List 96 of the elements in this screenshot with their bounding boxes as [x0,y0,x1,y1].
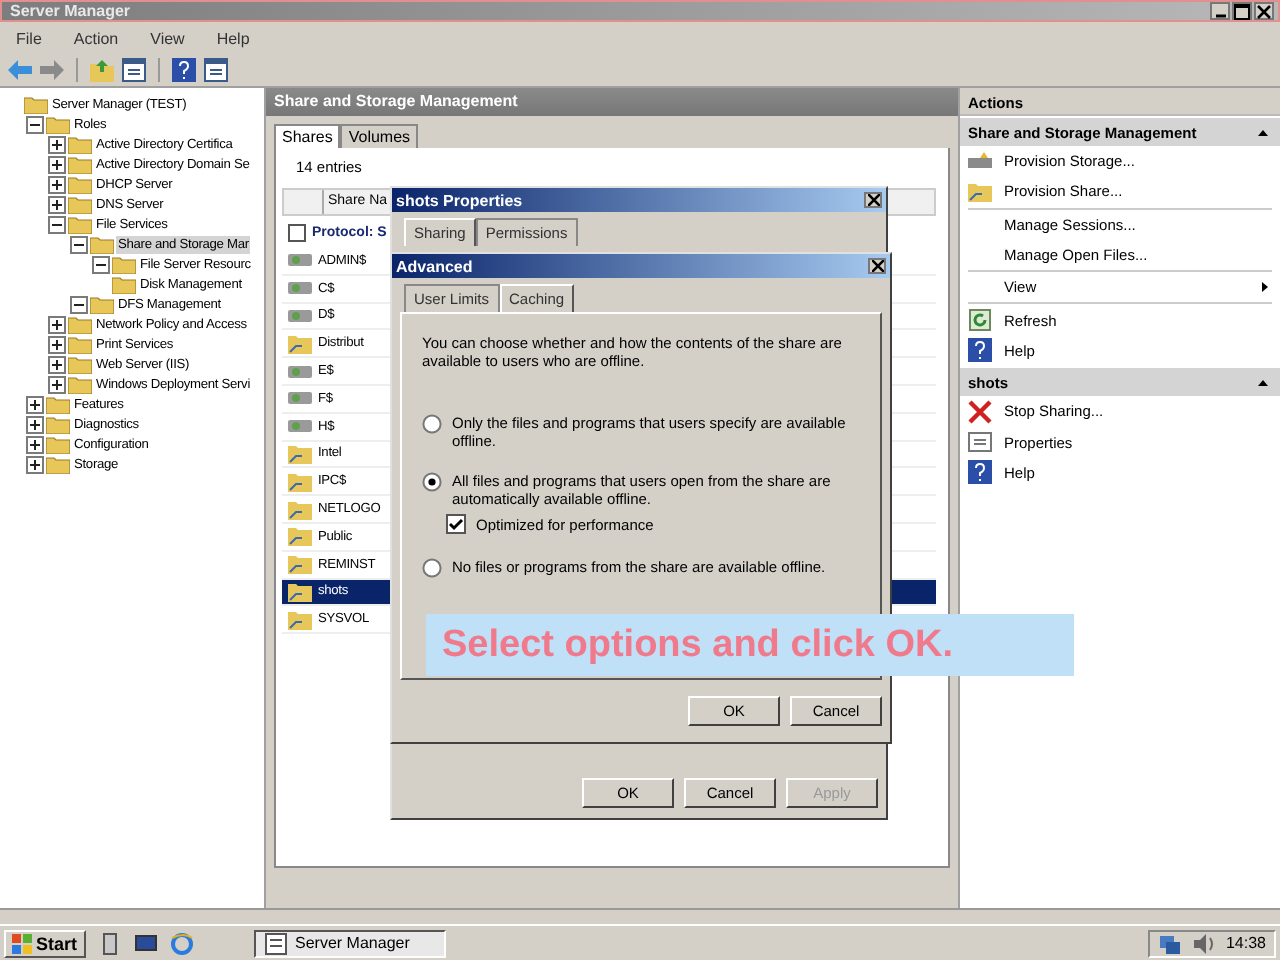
close-button[interactable] [1254,2,1274,20]
network-icon[interactable] [1157,931,1182,955]
monitor-icon[interactable] [133,931,158,955]
collapse-icon[interactable] [26,115,44,133]
minimize-button[interactable] [1210,2,1230,20]
volume-icon[interactable] [1191,931,1216,955]
browser-icon[interactable] [169,931,194,955]
menu-item[interactable]: View [150,29,185,47]
help-icon [968,338,992,363]
shared-folder-icon [288,554,312,575]
shared-drive-icon [288,250,312,271]
help-icon [968,460,992,485]
expand-icon[interactable] [48,195,66,213]
radio-button[interactable] [422,414,442,434]
collapse-icon[interactable] [48,215,66,233]
panel-icon[interactable] [122,58,146,82]
close-button[interactable] [864,192,882,208]
panel-icon[interactable] [204,58,228,82]
drive-icon [968,151,992,172]
folder-icon [68,314,92,334]
menu-item[interactable]: Action [73,29,119,47]
collapse-icon[interactable] [92,255,110,273]
folder-icon [68,214,92,234]
server-icon[interactable] [97,931,122,955]
close-icon [1256,3,1272,19]
shared-drive-icon [288,416,312,437]
expand-icon[interactable] [48,355,66,373]
window-icon [263,931,288,955]
folder-icon [24,94,48,114]
folder-icon [90,294,114,314]
dialog-title: Advanced [396,257,473,275]
shared-folder-icon [288,609,312,630]
expand-icon[interactable] [26,455,44,473]
collapse-icon[interactable] [1258,379,1268,386]
expand-icon[interactable] [26,415,44,433]
folder-icon [46,454,70,474]
close-icon [968,399,992,424]
shared-folder-icon [968,181,992,202]
folder-icon [46,114,70,134]
maximize-button[interactable] [1232,2,1252,20]
expand-icon[interactable] [26,435,44,453]
tab[interactable]: Shares [274,124,341,148]
shared-drive-icon [288,305,312,326]
folder-icon [68,194,92,214]
shared-folder-icon [288,581,312,602]
expand-icon[interactable] [26,395,44,413]
radio-button[interactable] [422,558,442,578]
start-button[interactable]: Start [4,929,86,957]
shared-folder-icon [288,443,312,464]
shared-folder-icon [288,499,312,520]
collapse-icon[interactable] [70,295,88,313]
expand-icon[interactable] [48,155,66,173]
expand-icon[interactable] [48,315,66,333]
shared-drive-icon [288,361,312,382]
caption: Select options and click OK. [426,614,1074,676]
panel-header: Share and Storage Management [266,88,958,116]
shared-folder-icon [288,471,312,492]
radio-button[interactable] [422,472,442,492]
refresh-icon [968,308,992,333]
window-title: Server Manager [10,2,131,20]
folder-icon [46,394,70,414]
shared-folder-icon [288,526,312,547]
folder-icon [46,414,70,434]
expand-icon[interactable] [48,375,66,393]
help-icon[interactable] [172,58,196,82]
folder-icon [46,434,70,454]
shared-folder-icon [288,333,312,354]
tab[interactable]: Volumes [340,124,419,148]
collapse-icon[interactable] [1258,129,1268,135]
folder-icon [68,334,92,354]
checkbox[interactable] [288,223,306,241]
folder-icon [68,374,92,394]
properties-icon [968,430,992,455]
collapse-icon[interactable] [70,235,88,253]
maximize-icon [1234,3,1250,19]
shared-drive-icon [288,388,312,409]
close-button[interactable] [868,258,886,274]
four-squares-icon [12,933,32,953]
expand-icon[interactable] [48,175,66,193]
folder-icon [112,274,136,294]
submenu-arrow-icon [1262,282,1268,293]
folder-icon [68,154,92,174]
menu-item[interactable]: File [16,29,42,47]
clock[interactable]: 14:38 [1225,934,1266,952]
folder-icon [90,234,114,254]
minimize-icon [1215,13,1225,17]
folder-icon [68,134,92,154]
folder-icon [68,174,92,194]
folder-icon [68,354,92,374]
expand-icon[interactable] [48,335,66,353]
taskbar-button[interactable]: Server Manager [253,929,446,957]
menu-item[interactable]: Help [216,29,250,47]
checkbox[interactable] [446,514,466,534]
shared-drive-icon [288,278,312,299]
expand-icon[interactable] [48,135,66,153]
dialog-title: shots Properties [396,191,523,209]
